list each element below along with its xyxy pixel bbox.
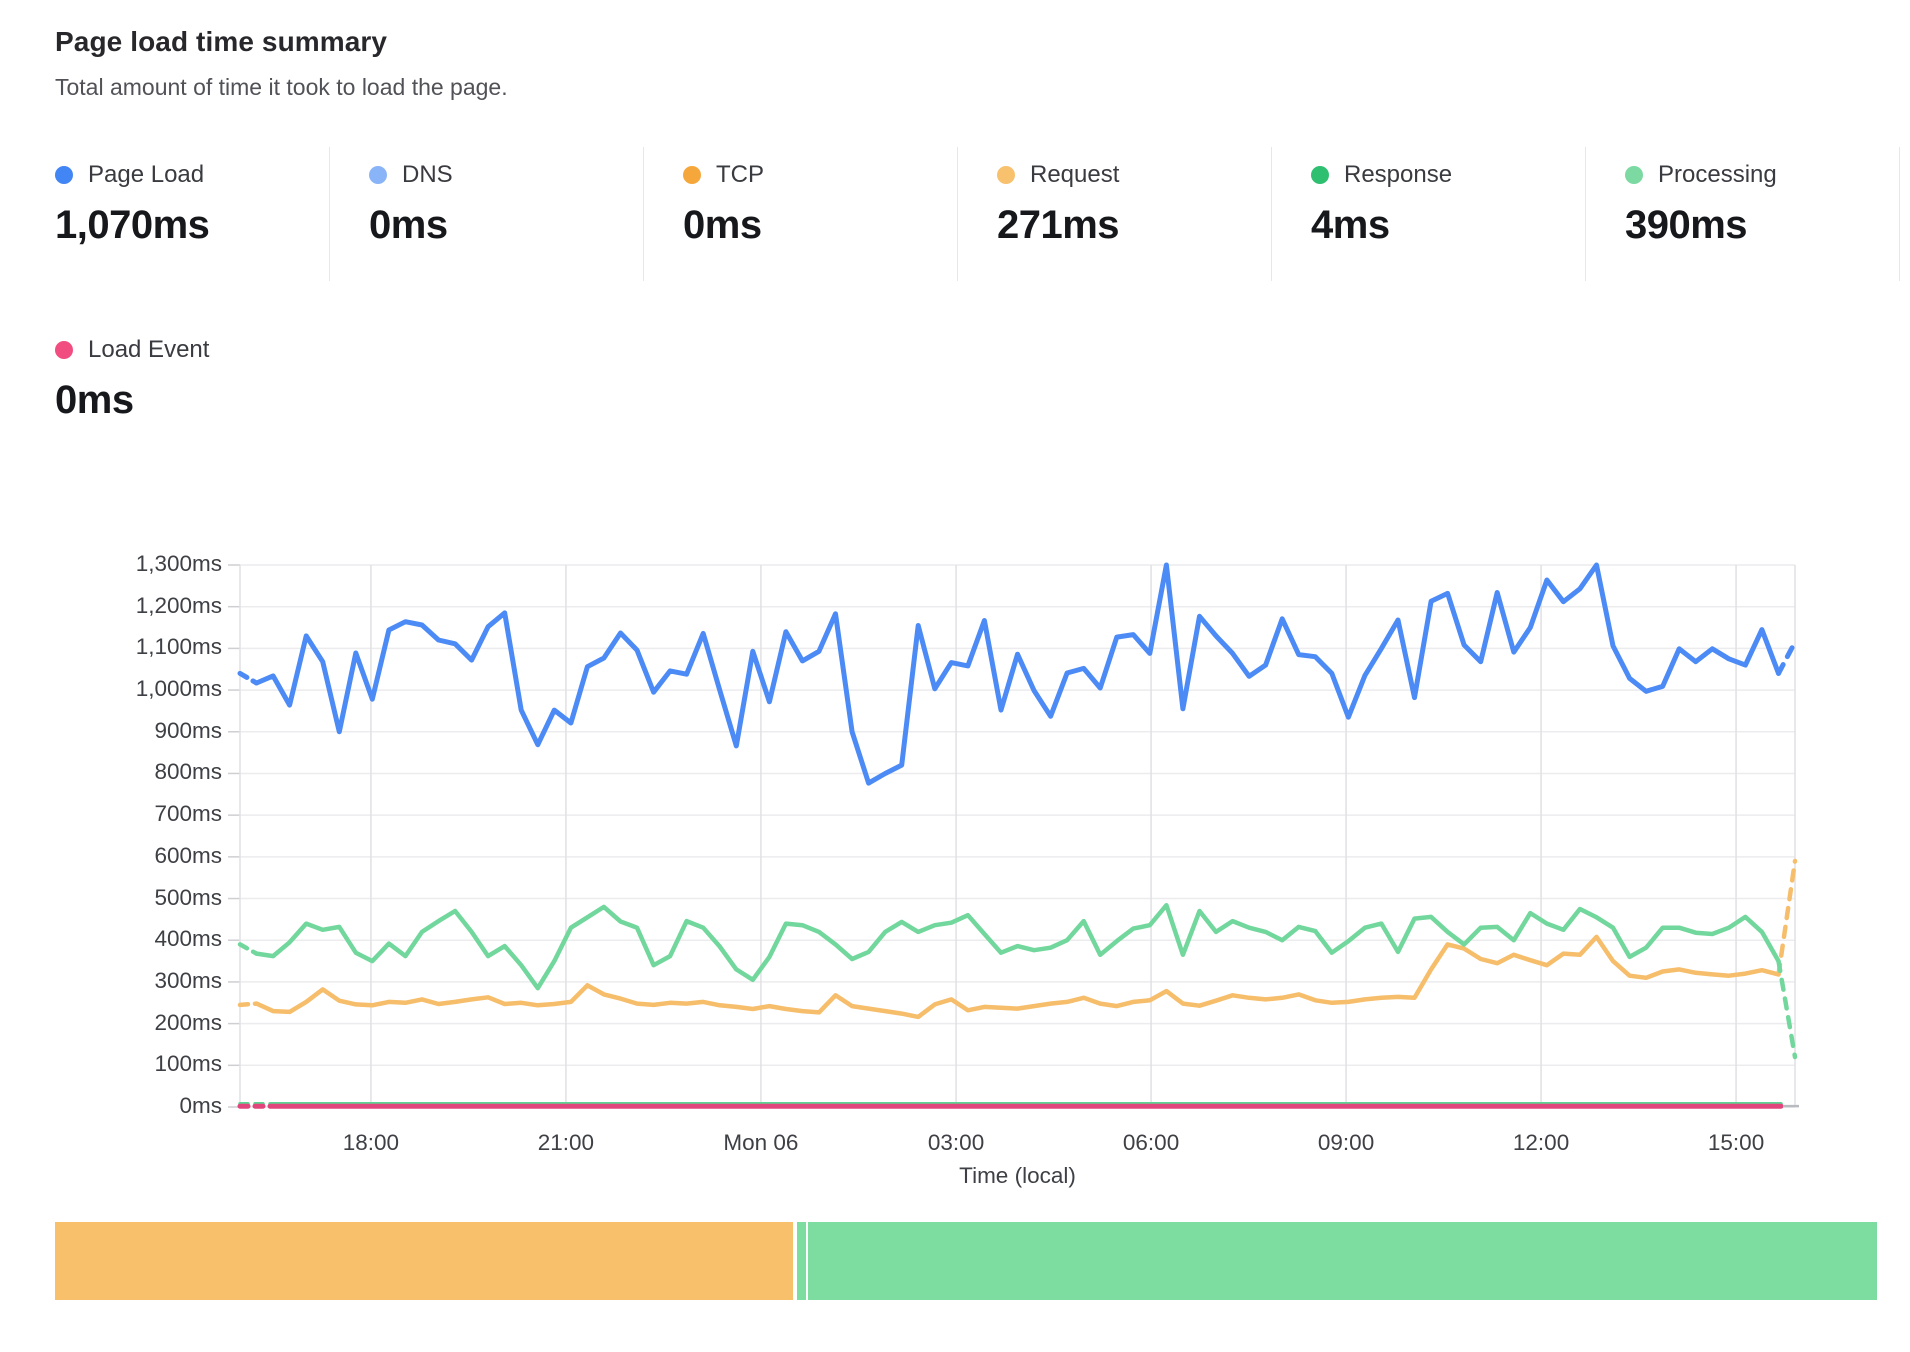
series-request-dash-tail [1779, 861, 1796, 974]
y-tick-label: 1,100ms [0, 634, 222, 660]
y-tick-label: 100ms [0, 1051, 222, 1077]
series-page-load [257, 565, 1779, 783]
x-tick-label: 21:00 [538, 1130, 594, 1156]
status-segment-passing[interactable] [797, 1222, 805, 1300]
y-tick-label: 0ms [0, 1093, 222, 1119]
x-tick-label: 09:00 [1318, 1130, 1374, 1156]
series-page-load-dash-head [240, 673, 257, 683]
series-processing-dash-tail [1779, 961, 1796, 1057]
y-tick-label: 900ms [0, 718, 222, 744]
x-tick-label: 18:00 [343, 1130, 399, 1156]
y-tick-label: 1,000ms [0, 676, 222, 702]
x-tick-label: 15:00 [1708, 1130, 1764, 1156]
series-processing-dash-head [240, 944, 257, 953]
y-tick-label: 500ms [0, 885, 222, 911]
y-tick-label: 1,300ms [0, 551, 222, 577]
y-tick-label: 1,200ms [0, 593, 222, 619]
series-processing [257, 905, 1779, 988]
series-request-dash-head [240, 1004, 257, 1005]
x-tick-label: Mon 06 [723, 1130, 798, 1156]
y-tick-label: 800ms [0, 759, 222, 785]
page: { "header": { "title": "Page load time s… [0, 0, 1910, 1352]
series-page-load-dash-tail [1779, 642, 1796, 673]
status-timeline-bar[interactable] [55, 1222, 1877, 1300]
x-tick-label: 03:00 [928, 1130, 984, 1156]
y-tick-label: 200ms [0, 1010, 222, 1036]
status-segment-degraded[interactable] [55, 1222, 793, 1300]
status-segment-passing[interactable] [808, 1222, 1877, 1300]
y-tick-label: 400ms [0, 926, 222, 952]
x-axis-title: Time (local) [240, 1163, 1795, 1189]
x-tick-label: 06:00 [1123, 1130, 1179, 1156]
y-tick-label: 700ms [0, 801, 222, 827]
y-tick-label: 300ms [0, 968, 222, 994]
y-tick-label: 600ms [0, 843, 222, 869]
x-tick-label: 12:00 [1513, 1130, 1569, 1156]
